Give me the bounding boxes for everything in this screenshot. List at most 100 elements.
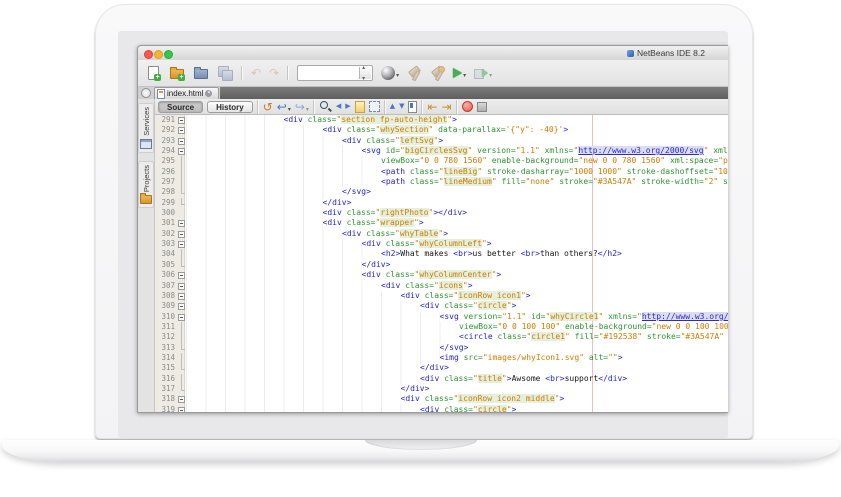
code-line[interactable]: 310<svg version="1.1" id="whyCircle1" xm…	[155, 312, 728, 322]
forward-button[interactable]	[295, 98, 309, 116]
code-line[interactable]: 309<div class="circle">	[155, 301, 728, 311]
build-project-icon[interactable]	[407, 65, 422, 81]
code-line[interactable]: 295viewBox="0 0 780 1560" enable-backgro…	[155, 156, 728, 166]
fold-toggle-icon[interactable]	[177, 291, 186, 301]
tab-list-button[interactable]	[141, 88, 151, 98]
line-number[interactable]: 311	[155, 322, 177, 332]
line-number[interactable]: 292	[155, 125, 177, 135]
fold-toggle-icon[interactable]	[177, 239, 186, 249]
code-line[interactable]: 311viewBox="0 0 100 100" enable-backgrou…	[155, 322, 728, 332]
tab-index-html[interactable]: index.html ×	[154, 87, 219, 99]
code-editor[interactable]: 291<div class="section fp-auto-height">2…	[155, 115, 728, 412]
undo-icon[interactable]	[251, 65, 261, 81]
rectangular-selection-icon[interactable]	[369, 101, 380, 112]
code-line[interactable]: 305</div>	[155, 260, 728, 270]
fold-toggle-icon[interactable]	[177, 229, 186, 239]
back-button[interactable]	[277, 98, 291, 116]
shift-line-left-icon[interactable]	[427, 99, 437, 115]
line-number[interactable]: 303	[155, 239, 177, 249]
fold-toggle-icon[interactable]	[177, 218, 186, 228]
line-number[interactable]: 314	[155, 353, 177, 363]
combo-stepper-icon[interactable]	[359, 67, 371, 79]
code-line[interactable]: 317</div>	[155, 384, 728, 394]
last-edit-icon[interactable]	[263, 99, 273, 115]
code-line[interactable]: 298</svg>	[155, 187, 728, 197]
code-line[interactable]: 312<circle class="circle1" fill="#192538…	[155, 332, 728, 342]
tab-close-icon[interactable]: ×	[205, 90, 212, 97]
line-number[interactable]: 318	[155, 394, 177, 404]
code-line[interactable]: 299</div>	[155, 198, 728, 208]
save-all-icon[interactable]	[217, 65, 233, 81]
code-line[interactable]: 300<div class="rightPhoto"></div>	[155, 208, 728, 218]
open-project-icon[interactable]	[193, 65, 209, 81]
line-number[interactable]: 295	[155, 156, 177, 166]
line-number[interactable]: 297	[155, 177, 177, 187]
line-number[interactable]: 315	[155, 363, 177, 373]
fold-toggle-icon[interactable]	[177, 125, 186, 135]
fold-toggle-icon[interactable]	[177, 136, 186, 146]
fold-toggle-icon[interactable]	[177, 281, 186, 291]
line-number[interactable]: 316	[155, 374, 177, 384]
fold-toggle-icon[interactable]	[177, 270, 186, 280]
line-number[interactable]: 306	[155, 270, 177, 280]
line-number[interactable]: 310	[155, 312, 177, 322]
debug-project-button[interactable]	[474, 64, 492, 82]
code-line[interactable]: 306<div class="whyColumnCenter">	[155, 270, 728, 280]
services-panel-tab[interactable]: Services	[138, 103, 154, 153]
find-icon[interactable]	[319, 100, 332, 113]
window-titlebar[interactable]: NetBeans IDE 8.2	[138, 46, 728, 61]
code-line[interactable]: 307<div class="icons">	[155, 281, 728, 291]
fold-toggle-icon[interactable]	[177, 405, 186, 412]
find-previous-icon[interactable]	[336, 100, 341, 113]
fold-toggle-icon[interactable]	[177, 115, 186, 125]
line-number[interactable]: 294	[155, 146, 177, 156]
shift-line-right-icon[interactable]	[442, 99, 452, 115]
find-next-icon[interactable]	[345, 100, 350, 113]
fold-toggle-icon[interactable]	[177, 301, 186, 311]
code-line[interactable]: 293<div class="leftSvg">	[155, 136, 728, 146]
new-file-icon[interactable]	[145, 65, 161, 81]
code-line[interactable]: 292<div class="whySection" data-parallax…	[155, 125, 728, 135]
code-line[interactable]: 291<div class="section fp-auto-height">	[155, 115, 728, 125]
line-number[interactable]: 304	[155, 249, 177, 259]
line-number[interactable]: 313	[155, 343, 177, 353]
line-number[interactable]: 308	[155, 291, 177, 301]
code-line[interactable]: 316<div class="title">Awsome <br>support…	[155, 374, 728, 384]
code-line[interactable]: 303<div class="whyColumnLeft">	[155, 239, 728, 249]
new-project-icon[interactable]	[169, 65, 185, 81]
clean-and-build-icon[interactable]	[430, 65, 445, 81]
code-line[interactable]: 297<path class="lineMedium" fill="none" …	[155, 177, 728, 187]
previous-bookmark-icon[interactable]	[390, 100, 395, 113]
line-number[interactable]: 317	[155, 384, 177, 394]
line-number[interactable]: 305	[155, 260, 177, 270]
toggle-bookmark-icon[interactable]	[408, 101, 417, 113]
fold-toggle-icon[interactable]	[177, 312, 186, 322]
code-line[interactable]: 301<div class="wrapper">	[155, 218, 728, 228]
minimize-button[interactable]	[154, 50, 163, 59]
zoom-button[interactable]	[164, 50, 173, 59]
projects-panel-tab[interactable]: Projects	[138, 161, 154, 208]
code-line[interactable]: 319<div class="circle">	[155, 405, 728, 412]
run-project-button[interactable]	[453, 64, 466, 82]
line-number[interactable]: 299	[155, 198, 177, 208]
code-line[interactable]: 296<path class="lineBig" stroke-dasharra…	[155, 167, 728, 177]
code-line[interactable]: 314<img src="images/whyIcon1.svg" alt=""…	[155, 353, 728, 363]
line-number[interactable]: 296	[155, 167, 177, 177]
browser-select-button[interactable]	[381, 64, 399, 82]
code-line[interactable]: 313</svg>	[155, 343, 728, 353]
toggle-highlight-icon[interactable]	[355, 101, 365, 113]
code-line[interactable]: 302<div class="whyTable">	[155, 229, 728, 239]
line-number[interactable]: 312	[155, 332, 177, 342]
code-line[interactable]: 294<svg id="bigCirclesSvg" version="1.1"…	[155, 146, 728, 156]
line-number[interactable]: 298	[155, 187, 177, 197]
line-number[interactable]: 309	[155, 301, 177, 311]
fold-toggle-icon[interactable]	[177, 146, 186, 156]
start-macro-recording-icon[interactable]	[462, 101, 473, 112]
line-number[interactable]: 302	[155, 229, 177, 239]
line-number[interactable]: 291	[155, 115, 177, 125]
source-view-button[interactable]: Source	[158, 101, 203, 113]
code-line[interactable]: 308<div class="iconRow icon1">	[155, 291, 728, 301]
configuration-combo[interactable]	[297, 65, 373, 81]
line-number[interactable]: 307	[155, 281, 177, 291]
line-number[interactable]: 301	[155, 218, 177, 228]
